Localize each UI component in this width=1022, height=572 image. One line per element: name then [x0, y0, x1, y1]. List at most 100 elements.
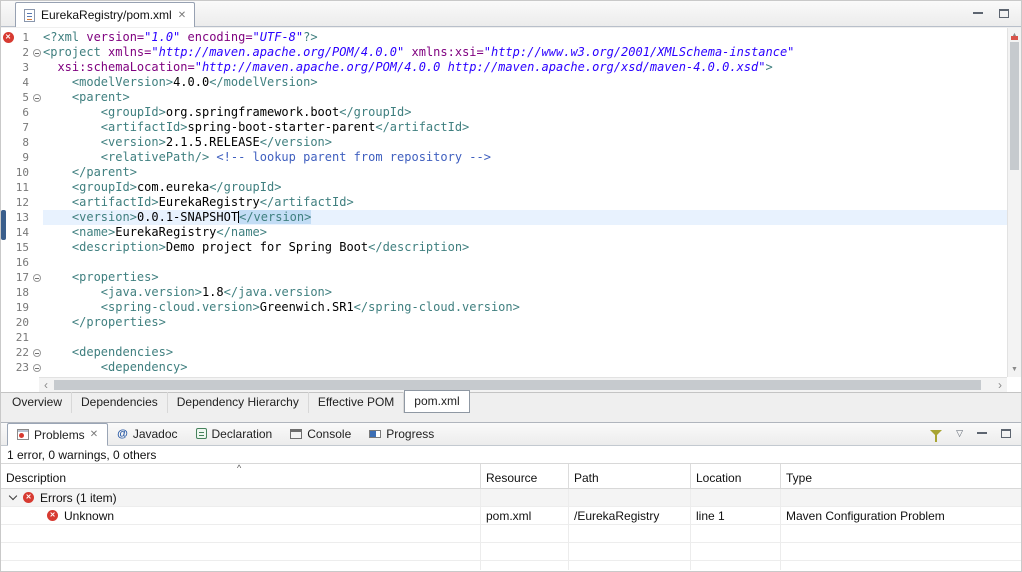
line-number[interactable]: 11 — [15, 180, 31, 195]
marker-ruler[interactable] — [1, 135, 15, 150]
tab-declaration[interactable]: Declaration — [187, 422, 282, 445]
minimize-view-icon[interactable] — [977, 432, 987, 434]
column-type[interactable]: Type — [781, 464, 1021, 488]
code-text[interactable]: </properties> — [43, 315, 1007, 330]
code-line[interactable]: 22 <dependencies> — [1, 345, 1007, 360]
line-number[interactable]: 17 — [15, 270, 31, 285]
code-line[interactable]: 23 <dependency> — [1, 360, 1007, 375]
line-number[interactable]: 10 — [15, 165, 31, 180]
marker-ruler[interactable] — [1, 270, 15, 285]
marker-ruler[interactable] — [1, 60, 15, 75]
code-line[interactable]: 13 <version>0.0.1-SNAPSHOT</version> — [1, 210, 1007, 225]
code-line[interactable]: 9 <relativePath/> <!-- lookup parent fro… — [1, 150, 1007, 165]
code-text[interactable]: <dependencies> — [43, 345, 1007, 360]
close-icon[interactable]: ✕ — [178, 10, 186, 21]
tab-progress[interactable]: Progress — [360, 422, 443, 445]
code-text[interactable]: <dependency> — [43, 360, 1007, 375]
marker-ruler[interactable] — [1, 105, 15, 120]
marker-ruler[interactable] — [1, 120, 15, 135]
code-line[interactable]: 10 </parent> — [1, 165, 1007, 180]
line-number[interactable]: 22 — [15, 345, 31, 360]
line-number[interactable]: 7 — [15, 120, 31, 135]
overview-error-marker[interactable] — [1011, 36, 1018, 40]
column-description[interactable]: ^ Description — [1, 463, 481, 488]
code-text[interactable]: </parent> — [43, 165, 1007, 180]
code-text[interactable]: <modelVersion>4.0.0</modelVersion> — [43, 75, 1007, 90]
marker-ruler[interactable] — [1, 45, 15, 60]
view-menu-icon[interactable]: ▽ — [956, 428, 963, 439]
line-number[interactable]: 15 — [15, 240, 31, 255]
line-number[interactable]: 14 — [15, 225, 31, 240]
code-text[interactable]: <artifactId>EurekaRegistry</artifactId> — [43, 195, 1007, 210]
line-number[interactable]: 19 — [15, 300, 31, 315]
marker-ruler[interactable] — [1, 75, 15, 90]
marker-ruler[interactable] — [1, 285, 15, 300]
line-number[interactable]: 2 — [15, 45, 31, 60]
error-marker-icon[interactable]: ✕ — [2, 32, 14, 43]
code-line[interactable]: 3 xsi:schemaLocation="http://maven.apach… — [1, 60, 1007, 75]
code-text[interactable]: <spring-cloud.version>Greenwich.SR1</spr… — [43, 300, 1007, 315]
line-number[interactable]: 9 — [15, 150, 31, 165]
tab-effective-pom[interactable]: Effective POM — [309, 392, 405, 413]
marker-ruler[interactable] — [1, 180, 15, 195]
code-line[interactable]: 6 <groupId>org.springframework.boot</gro… — [1, 105, 1007, 120]
horizontal-scrollbar-thumb[interactable] — [54, 380, 981, 390]
marker-ruler[interactable] — [1, 360, 15, 375]
maximize-view-icon[interactable] — [1001, 428, 1011, 438]
expand-chevron-icon[interactable] — [8, 491, 18, 501]
vertical-scrollbar-thumb[interactable] — [1010, 42, 1019, 170]
code-text[interactable]: <version>2.1.5.RELEASE</version> — [43, 135, 1007, 150]
tab-javadoc[interactable]: @ Javadoc — [108, 422, 186, 445]
line-number[interactable]: 13 — [15, 210, 31, 225]
marker-ruler[interactable] — [1, 150, 15, 165]
line-number[interactable]: 4 — [15, 75, 31, 90]
marker-ruler[interactable] — [1, 315, 15, 330]
code-text[interactable] — [43, 255, 1007, 270]
code-line[interactable]: 17 <properties> — [1, 270, 1007, 285]
vertical-scrollbar[interactable]: ▲ ▼ — [1007, 28, 1021, 377]
marker-ruler[interactable] — [1, 90, 15, 105]
code-line[interactable]: 21 — [1, 330, 1007, 345]
tab-dependency-hierarchy[interactable]: Dependency Hierarchy — [168, 392, 309, 413]
code-line[interactable]: 20 </properties> — [1, 315, 1007, 330]
code-line[interactable]: 12 <artifactId>EurekaRegistry</artifactI… — [1, 195, 1007, 210]
fold-collapse-icon[interactable] — [33, 348, 41, 357]
line-number[interactable]: 5 — [15, 90, 31, 105]
line-number[interactable]: 18 — [15, 285, 31, 300]
tab-pom-xml[interactable]: pom.xml — [404, 390, 470, 413]
code-text[interactable]: <version>0.0.1-SNAPSHOT</version> — [43, 210, 1007, 225]
scroll-down-icon[interactable]: ▼ — [1008, 363, 1021, 376]
code-text[interactable]: <name>EurekaRegistry</name> — [43, 225, 1007, 240]
horizontal-scrollbar[interactable]: ‹ › — [39, 377, 1007, 392]
line-number[interactable]: 21 — [15, 330, 31, 345]
marker-ruler[interactable] — [1, 255, 15, 270]
maximize-icon[interactable] — [999, 8, 1009, 18]
fold-collapse-icon[interactable] — [33, 363, 41, 372]
tab-console[interactable]: Console — [281, 422, 360, 445]
column-resource[interactable]: Resource — [481, 464, 569, 488]
marker-ruler[interactable] — [1, 240, 15, 255]
line-number[interactable]: 12 — [15, 195, 31, 210]
code-text[interactable]: <groupId>com.eureka</groupId> — [43, 180, 1007, 195]
code-line[interactable]: 15 <description>Demo project for Spring … — [1, 240, 1007, 255]
code-text[interactable]: <project xmlns="http://maven.apache.org/… — [43, 45, 1007, 60]
problem-row[interactable]: ✕ Errors (1 item) — [1, 489, 1021, 507]
code-line[interactable]: 2 <project xmlns="http://maven.apache.org… — [1, 45, 1007, 60]
line-number[interactable]: 20 — [15, 315, 31, 330]
marker-ruler[interactable] — [1, 330, 15, 345]
code-line[interactable]: 8 <version>2.1.5.RELEASE</version> — [1, 135, 1007, 150]
code-line[interactable]: ✕ 1 <?xml version="1.0" encoding="UTF-8"?> — [1, 30, 1007, 45]
code-line[interactable]: 18 <java.version>1.8</java.version> — [1, 285, 1007, 300]
code-text[interactable]: <parent> — [43, 90, 1007, 105]
fold-collapse-icon[interactable] — [33, 48, 41, 57]
code-text[interactable]: <java.version>1.8</java.version> — [43, 285, 1007, 300]
code-text[interactable]: <artifactId>spring-boot-starter-parent</… — [43, 120, 1007, 135]
close-icon[interactable]: ✕ — [90, 429, 98, 440]
line-number[interactable]: 23 — [15, 360, 31, 375]
tab-overview[interactable]: Overview — [3, 392, 73, 413]
code-editor[interactable]: ✕ 1 <?xml version="1.0" encoding="UTF-8"?>… — [1, 28, 1021, 392]
code-text[interactable]: <description>Demo project for Spring Boo… — [43, 240, 1007, 255]
code-text[interactable]: <groupId>org.springframework.boot</group… — [43, 105, 1007, 120]
fold-collapse-icon[interactable] — [33, 273, 41, 282]
code-text[interactable] — [43, 330, 1007, 345]
